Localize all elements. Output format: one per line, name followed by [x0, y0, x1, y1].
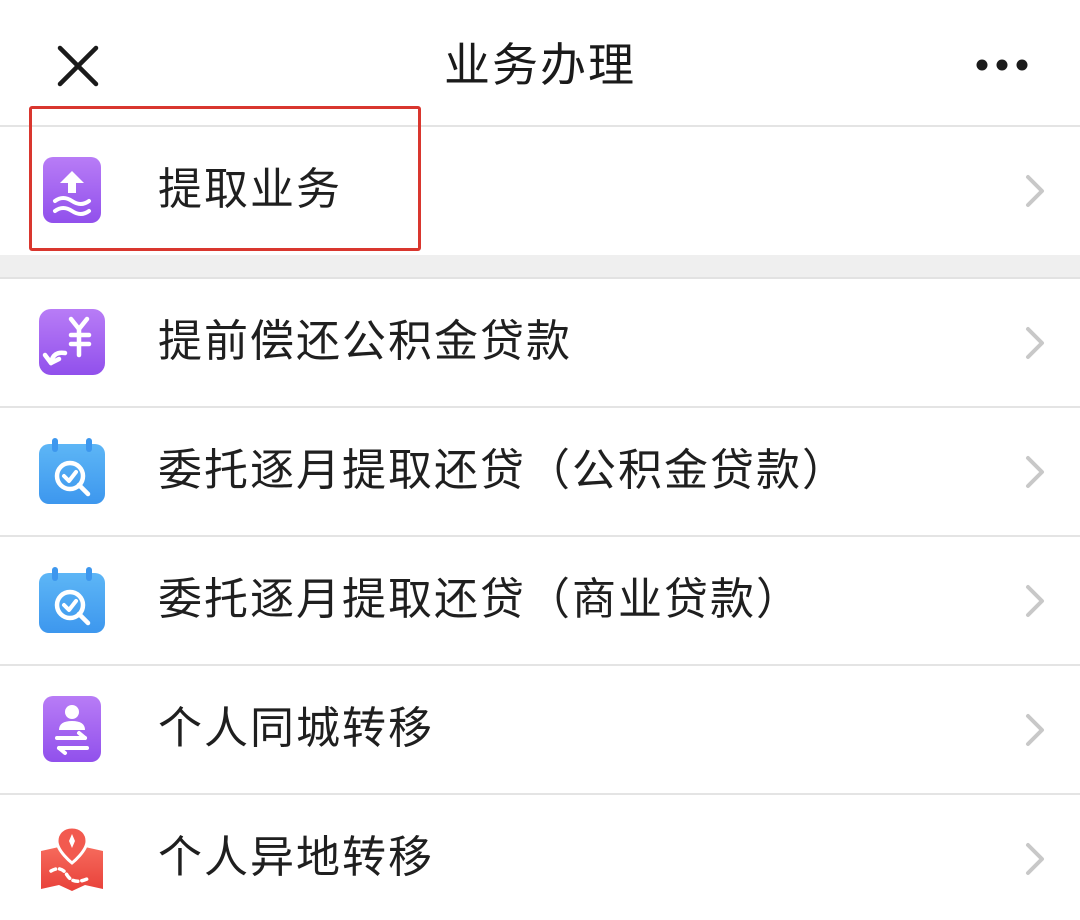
- withdraw-icon: [43, 157, 101, 223]
- list-item-label: 个人异地转移: [158, 832, 434, 883]
- list-item-local-transfer[interactable]: 个人同城转移: [0, 666, 1080, 795]
- map-location-icon: [41, 825, 103, 891]
- calendar-check-icon: [39, 567, 105, 633]
- list-item-prepay-loan[interactable]: 提前偿还公积金贷款: [0, 279, 1080, 408]
- chevron-right-icon: [1026, 327, 1044, 359]
- chevron-right-icon: [1026, 714, 1044, 746]
- list-item-remote-transfer[interactable]: 个人异地转移: [0, 795, 1080, 920]
- page-title: 业务办理: [444, 38, 636, 92]
- more-dots-icon: [976, 59, 1028, 71]
- list-item-withdraw[interactable]: 提取业务: [0, 127, 1080, 256]
- calendar-check-icon: [39, 438, 105, 504]
- service-list: 提前偿还公积金贷款 委托逐月提取还贷（公积金贷款） 委托逐月提取还贷（商业贷款）…: [0, 279, 1080, 920]
- list-item-monthly-withdraw-commercial[interactable]: 委托逐月提取还贷（商业贷款）: [0, 537, 1080, 666]
- section-divider: [0, 255, 1080, 279]
- featured-section: 提取业务: [0, 127, 1080, 256]
- more-button[interactable]: [972, 50, 1032, 80]
- chevron-right-icon: [1026, 843, 1044, 875]
- list-item-label: 委托逐月提取还贷（公积金贷款）: [158, 445, 848, 496]
- list-item-label: 提取业务: [158, 164, 342, 215]
- chevron-right-icon: [1026, 456, 1044, 488]
- chevron-right-icon: [1026, 175, 1044, 207]
- list-item-monthly-withdraw-provident[interactable]: 委托逐月提取还贷（公积金贷款）: [0, 408, 1080, 537]
- list-item-label: 委托逐月提取还贷（商业贷款）: [158, 574, 802, 625]
- business-page: 业务办理 提取业务 提前偿还公积金贷款 委托逐月提取还贷（公积金贷款） 委托逐月…: [0, 0, 1080, 920]
- list-item-label: 提前偿还公积金贷款: [158, 316, 572, 367]
- prepay-loan-icon: [39, 309, 105, 375]
- list-item-label: 个人同城转移: [158, 703, 434, 754]
- nav-header: 业务办理: [0, 0, 1080, 127]
- chevron-right-icon: [1026, 585, 1044, 617]
- person-transfer-icon: [43, 696, 101, 762]
